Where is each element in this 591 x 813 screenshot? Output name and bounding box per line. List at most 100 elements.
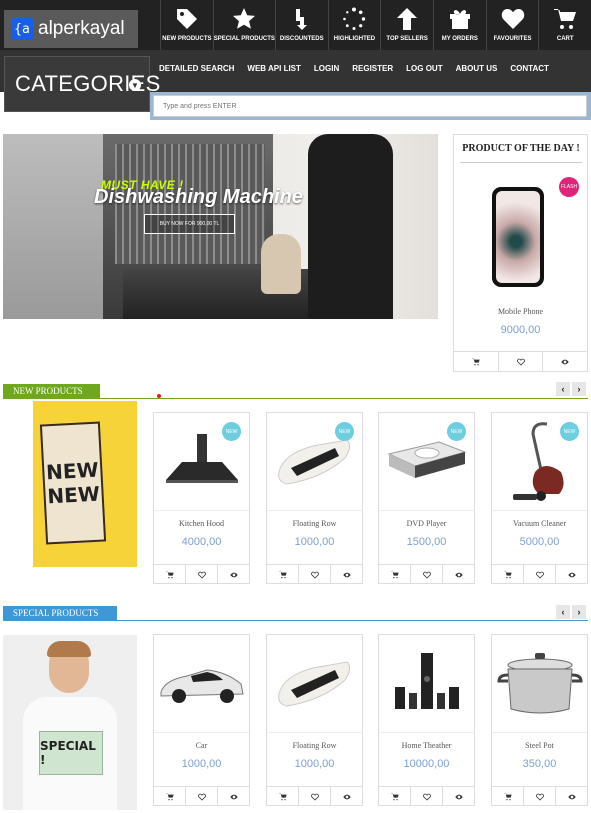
quick-view-button[interactable] [442, 787, 474, 806]
product-card[interactable]: NEW Vacuum Cleaner 5000,00 [491, 412, 588, 584]
add-to-cart-button[interactable] [492, 787, 523, 806]
product-card[interactable]: NEW Kitchen Hood 4000,00 [153, 412, 250, 584]
nav-top-sellers[interactable]: TOP SELLERS [380, 0, 433, 50]
special-products-divider [3, 620, 588, 621]
quick-view-button[interactable] [542, 352, 587, 372]
product-price: 1000,00 [294, 758, 335, 770]
product-actions [492, 786, 587, 806]
product-card[interactable]: NEW DVD Player 1500,00 [378, 412, 475, 584]
quick-view-button[interactable] [217, 787, 249, 806]
favourite-button[interactable] [298, 565, 330, 584]
cart-icon [554, 9, 577, 29]
product-card[interactable]: NEW Floating Row 1000,00 [266, 412, 363, 584]
add-to-cart-button[interactable] [492, 565, 523, 584]
heart-outline-icon [535, 793, 544, 801]
favourite-button[interactable] [185, 565, 217, 584]
product-name[interactable]: Kitchen Hood [154, 519, 249, 528]
down-arrow-icon [295, 9, 307, 30]
product-price: 1500,00 [406, 536, 447, 548]
nav-new-products[interactable]: NEW PRODUCTS [160, 0, 213, 50]
nav-discounteds[interactable]: DISCOUNTEDS [274, 0, 328, 50]
product-price: 4000,00 [181, 536, 222, 548]
eye-icon [229, 572, 238, 577]
favourite-button[interactable] [523, 565, 555, 584]
eye-icon [342, 794, 351, 799]
prev-arrow-button[interactable]: ‹ [556, 382, 570, 396]
favourite-button[interactable] [410, 787, 442, 806]
hero-buy-button[interactable]: BUY NOW FOR 900,00 TL [144, 214, 235, 234]
product-name[interactable]: Vacuum Cleaner [492, 519, 587, 528]
add-to-cart-button[interactable] [454, 352, 498, 372]
add-to-cart-button[interactable] [379, 565, 410, 584]
next-arrow-button[interactable]: › [572, 382, 586, 396]
quick-view-button[interactable] [330, 787, 362, 806]
nav-highlighted[interactable]: HIGHLIGHTED [327, 0, 381, 50]
cart-icon [278, 793, 287, 800]
add-to-cart-button[interactable] [154, 565, 185, 584]
product-card[interactable]: Home Theather 10000,00 [378, 634, 475, 806]
heart-outline-icon [516, 358, 525, 366]
hero-banner[interactable]: MUST HAVE ! Dishwashing Machine BUY NOW … [3, 134, 438, 319]
eye-icon [567, 572, 576, 577]
eye-icon [454, 794, 463, 799]
favourite-button[interactable] [497, 352, 543, 372]
heart-outline-icon [310, 793, 319, 801]
product-name[interactable]: Car [154, 741, 249, 750]
quick-view-button[interactable] [330, 565, 362, 584]
up-arrow-icon [397, 8, 418, 30]
link-web-api-list[interactable]: WEB API LIST [247, 64, 300, 73]
favourite-button[interactable] [185, 787, 217, 806]
product-card[interactable]: Steel Pot 350,00 [491, 634, 588, 806]
product-name[interactable]: DVD Player [379, 519, 474, 528]
product-actions [267, 786, 362, 806]
new-products-banner[interactable]: NEW NEW [3, 401, 137, 585]
favourite-button[interactable] [298, 787, 330, 806]
product-name[interactable]: Home Theather [379, 741, 474, 750]
spinner-icon [343, 7, 366, 30]
heart-outline-icon [422, 793, 431, 801]
logo[interactable]: {a alperkayal [4, 10, 138, 48]
hero-title: Dishwashing Machine [94, 186, 303, 208]
link-login[interactable]: LOGIN [314, 64, 339, 73]
potd-price: 9000,00 [500, 324, 541, 336]
nav-my-orders[interactable]: MY ORDERS [432, 0, 486, 50]
next-arrow-button[interactable]: › [572, 605, 586, 619]
quick-view-button[interactable] [555, 565, 587, 584]
link-contact[interactable]: CONTACT [510, 64, 549, 73]
product-name[interactable]: Steel Pot [492, 741, 587, 750]
add-to-cart-button[interactable] [267, 787, 298, 806]
product-name[interactable]: Floating Row [267, 741, 362, 750]
add-to-cart-button[interactable] [267, 565, 298, 584]
mobile-phone-image[interactable] [492, 187, 544, 287]
prev-arrow-button[interactable]: ‹ [556, 605, 570, 619]
potd-name[interactable]: Mobile Phone [454, 307, 587, 316]
nav-cart[interactable]: CART [538, 0, 591, 50]
product-card[interactable]: Car 1000,00 [153, 634, 250, 806]
favourite-button[interactable] [523, 787, 555, 806]
link-register[interactable]: REGISTER [352, 64, 393, 73]
quick-view-button[interactable] [442, 565, 474, 584]
add-to-cart-button[interactable] [154, 787, 185, 806]
link-log-out[interactable]: LOG OUT [406, 64, 442, 73]
link-detailed-search[interactable]: DETAILED SEARCH [159, 64, 234, 73]
quick-view-button[interactable] [217, 565, 249, 584]
product-name[interactable]: Floating Row [267, 519, 362, 528]
heart-outline-icon [422, 571, 431, 579]
product-price: 1000,00 [181, 758, 222, 770]
new-badge: NEW [335, 422, 354, 441]
favourite-button[interactable] [410, 565, 442, 584]
nav-favourites[interactable]: FAVOURITES [485, 0, 539, 50]
search-input[interactable] [153, 95, 587, 117]
special-products-banner[interactable]: SPECIAL ! [3, 635, 137, 810]
new-products-divider [3, 398, 588, 399]
floating-row-image [267, 635, 362, 733]
nav-special-products[interactable]: SPECIAL PRODUCTS [212, 0, 275, 50]
potd-actions [454, 351, 587, 372]
product-card[interactable]: Floating Row 1000,00 [266, 634, 363, 806]
link-about-us[interactable]: ABOUT US [456, 64, 498, 73]
categories-button[interactable]: CATEGORIES ▼ [4, 56, 160, 112]
quick-view-button[interactable] [555, 787, 587, 806]
eye-icon [567, 794, 576, 799]
add-to-cart-button[interactable] [379, 787, 410, 806]
product-price: 350,00 [522, 758, 557, 770]
